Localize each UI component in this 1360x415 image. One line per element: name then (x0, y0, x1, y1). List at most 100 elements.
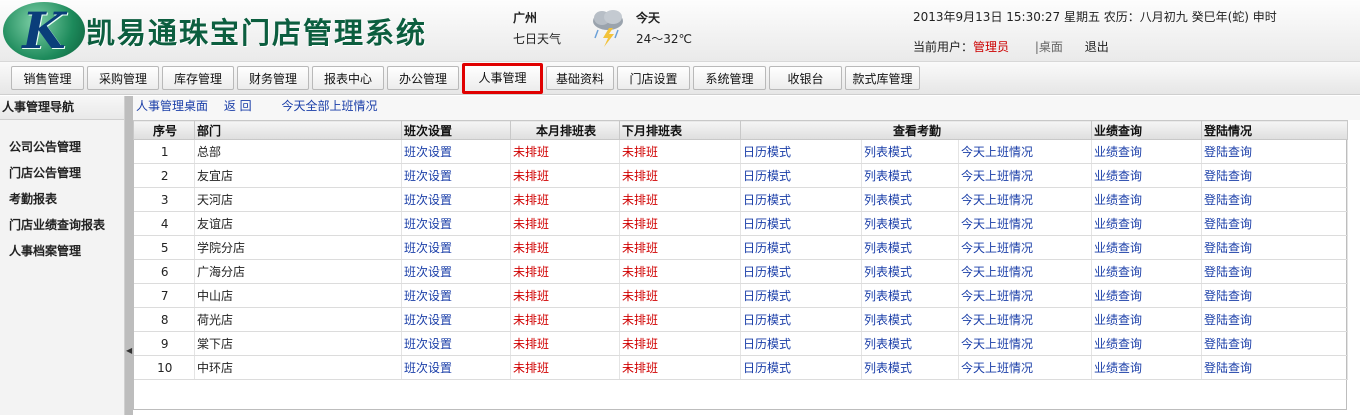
next-month-schedule-link[interactable]: 未排班 (622, 265, 658, 279)
nav-tab-inventory[interactable]: 库存管理 (162, 66, 234, 90)
logout-link[interactable]: 退出 (1085, 40, 1109, 54)
next-month-schedule-link[interactable]: 未排班 (622, 289, 658, 303)
this-month-schedule-link[interactable]: 未排班 (513, 337, 549, 351)
attendance-list-link[interactable]: 列表模式 (864, 265, 912, 279)
attendance-calendar-link[interactable]: 日历模式 (743, 169, 791, 183)
next-month-schedule-link[interactable]: 未排班 (622, 337, 658, 351)
this-month-schedule-link[interactable]: 未排班 (513, 241, 549, 255)
this-month-schedule-link[interactable]: 未排班 (513, 169, 549, 183)
nav-tab-system[interactable]: 系统管理 (693, 66, 766, 90)
nav-tab-basic-data[interactable]: 基础资料 (546, 66, 614, 90)
sidebar-item-store-performance[interactable]: 门店业绩查询报表 (0, 212, 124, 238)
performance-query-link[interactable]: 业绩查询 (1094, 265, 1142, 279)
sidebar-item-personnel-files[interactable]: 人事档案管理 (0, 238, 124, 264)
this-month-schedule-link[interactable]: 未排班 (513, 265, 549, 279)
attendance-calendar-link[interactable]: 日历模式 (743, 145, 791, 159)
desktop-link[interactable]: |桌面 (1035, 40, 1063, 54)
sidebar-item-attendance-report[interactable]: 考勤报表 (0, 186, 124, 212)
login-query-link[interactable]: 登陆查询 (1204, 337, 1252, 351)
attendance-list-link[interactable]: 列表模式 (864, 361, 912, 375)
attendance-calendar-link[interactable]: 日历模式 (743, 313, 791, 327)
this-month-schedule-link[interactable]: 未排班 (513, 193, 549, 207)
attendance-list-link[interactable]: 列表模式 (864, 217, 912, 231)
hr-desktop-link[interactable]: 人事管理桌面 (136, 99, 208, 113)
nav-tab-reports[interactable]: 报表中心 (312, 66, 384, 90)
nav-tab-cashier[interactable]: 收银台 (769, 66, 842, 90)
nav-tab-hr[interactable]: 人事管理 (462, 63, 543, 94)
nav-tab-purchasing[interactable]: 采购管理 (87, 66, 159, 90)
nav-tab-office[interactable]: 办公管理 (387, 66, 459, 90)
login-query-link[interactable]: 登陆查询 (1204, 169, 1252, 183)
shift-setting-link[interactable]: 班次设置 (404, 265, 452, 279)
shift-setting-link[interactable]: 班次设置 (404, 169, 452, 183)
city-name[interactable]: 广州 (513, 9, 537, 26)
performance-query-link[interactable]: 业绩查询 (1094, 289, 1142, 303)
sidebar-item-store-notice[interactable]: 门店公告管理 (0, 160, 124, 186)
attendance-today-link[interactable]: 今天上班情况 (961, 265, 1033, 279)
attendance-list-link[interactable]: 列表模式 (864, 289, 912, 303)
login-query-link[interactable]: 登陆查询 (1204, 265, 1252, 279)
attendance-today-link[interactable]: 今天上班情况 (961, 313, 1033, 327)
attendance-calendar-link[interactable]: 日历模式 (743, 265, 791, 279)
weather-7day-link[interactable]: 七日天气 (513, 30, 561, 47)
attendance-calendar-link[interactable]: 日历模式 (743, 217, 791, 231)
today-all-attendance-link[interactable]: 今天全部上班情况 (282, 99, 378, 113)
attendance-today-link[interactable]: 今天上班情况 (961, 289, 1033, 303)
sidebar-item-company-notice[interactable]: 公司公告管理 (0, 134, 124, 160)
attendance-list-link[interactable]: 列表模式 (864, 169, 912, 183)
performance-query-link[interactable]: 业绩查询 (1094, 145, 1142, 159)
performance-query-link[interactable]: 业绩查询 (1094, 217, 1142, 231)
this-month-schedule-link[interactable]: 未排班 (513, 289, 549, 303)
attendance-today-link[interactable]: 今天上班情况 (961, 241, 1033, 255)
login-query-link[interactable]: 登陆查询 (1204, 361, 1252, 375)
shift-setting-link[interactable]: 班次设置 (404, 313, 452, 327)
attendance-list-link[interactable]: 列表模式 (864, 241, 912, 255)
sidebar-splitter[interactable]: ◀ (125, 96, 133, 415)
attendance-today-link[interactable]: 今天上班情况 (961, 361, 1033, 375)
nav-tab-store-settings[interactable]: 门店设置 (617, 66, 690, 90)
performance-query-link[interactable]: 业绩查询 (1094, 193, 1142, 207)
next-month-schedule-link[interactable]: 未排班 (622, 361, 658, 375)
shift-setting-link[interactable]: 班次设置 (404, 241, 452, 255)
shift-setting-link[interactable]: 班次设置 (404, 193, 452, 207)
performance-query-link[interactable]: 业绩查询 (1094, 361, 1142, 375)
this-month-schedule-link[interactable]: 未排班 (513, 217, 549, 231)
attendance-list-link[interactable]: 列表模式 (864, 193, 912, 207)
attendance-calendar-link[interactable]: 日历模式 (743, 241, 791, 255)
nav-tab-style-library[interactable]: 款式库管理 (845, 66, 920, 90)
next-month-schedule-link[interactable]: 未排班 (622, 313, 658, 327)
back-link[interactable]: 返 回 (224, 99, 252, 113)
shift-setting-link[interactable]: 班次设置 (404, 145, 452, 159)
nav-tab-finance[interactable]: 财务管理 (237, 66, 309, 90)
attendance-calendar-link[interactable]: 日历模式 (743, 193, 791, 207)
nav-tab-sales[interactable]: 销售管理 (11, 66, 84, 90)
login-query-link[interactable]: 登陆查询 (1204, 313, 1252, 327)
attendance-today-link[interactable]: 今天上班情况 (961, 145, 1033, 159)
next-month-schedule-link[interactable]: 未排班 (622, 241, 658, 255)
performance-query-link[interactable]: 业绩查询 (1094, 169, 1142, 183)
login-query-link[interactable]: 登陆查询 (1204, 145, 1252, 159)
login-query-link[interactable]: 登陆查询 (1204, 193, 1252, 207)
shift-setting-link[interactable]: 班次设置 (404, 361, 452, 375)
attendance-today-link[interactable]: 今天上班情况 (961, 337, 1033, 351)
performance-query-link[interactable]: 业绩查询 (1094, 313, 1142, 327)
performance-query-link[interactable]: 业绩查询 (1094, 241, 1142, 255)
attendance-today-link[interactable]: 今天上班情况 (961, 169, 1033, 183)
attendance-list-link[interactable]: 列表模式 (864, 145, 912, 159)
shift-setting-link[interactable]: 班次设置 (404, 217, 452, 231)
next-month-schedule-link[interactable]: 未排班 (622, 193, 658, 207)
login-query-link[interactable]: 登陆查询 (1204, 241, 1252, 255)
this-month-schedule-link[interactable]: 未排班 (513, 145, 549, 159)
shift-setting-link[interactable]: 班次设置 (404, 289, 452, 303)
attendance-list-link[interactable]: 列表模式 (864, 313, 912, 327)
next-month-schedule-link[interactable]: 未排班 (622, 169, 658, 183)
attendance-today-link[interactable]: 今天上班情况 (961, 217, 1033, 231)
next-month-schedule-link[interactable]: 未排班 (622, 217, 658, 231)
collapse-arrow-icon[interactable]: ◀ (126, 346, 132, 355)
login-query-link[interactable]: 登陆查询 (1204, 289, 1252, 303)
attendance-today-link[interactable]: 今天上班情况 (961, 193, 1033, 207)
attendance-calendar-link[interactable]: 日历模式 (743, 289, 791, 303)
this-month-schedule-link[interactable]: 未排班 (513, 313, 549, 327)
attendance-list-link[interactable]: 列表模式 (864, 337, 912, 351)
performance-query-link[interactable]: 业绩查询 (1094, 337, 1142, 351)
